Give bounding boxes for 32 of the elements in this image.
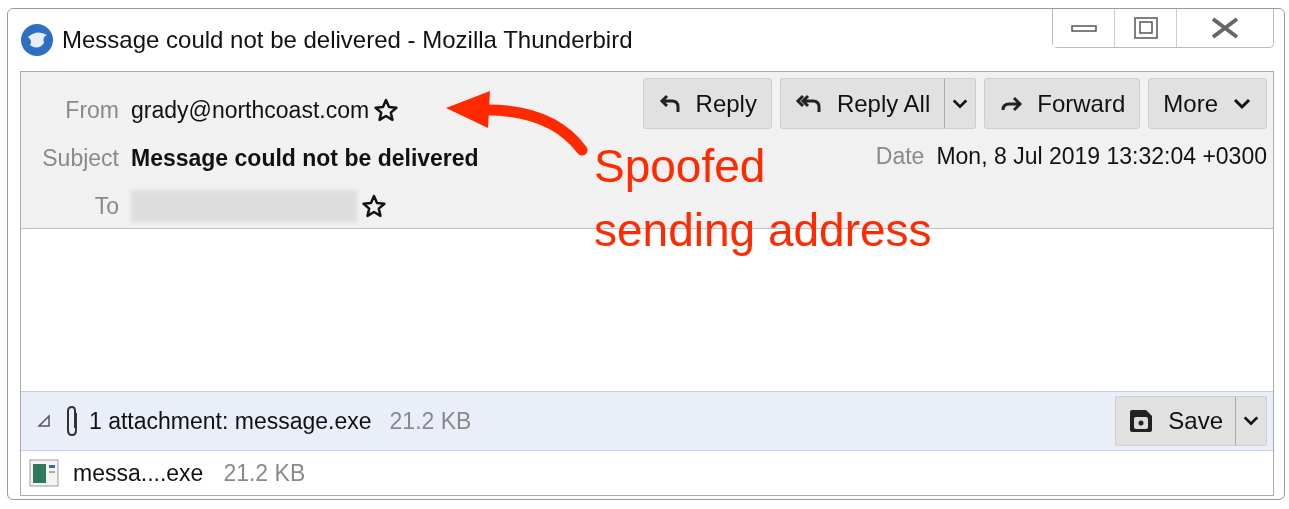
caret-icon <box>1232 96 1252 111</box>
save-button[interactable]: Save <box>1115 396 1236 446</box>
minimize-icon <box>1070 23 1097 33</box>
attachment-name[interactable]: messa....exe <box>73 459 204 487</box>
field-label: From <box>64 96 119 124</box>
maximize-icon <box>1133 17 1158 39</box>
reply-button[interactable]: Reply <box>642 78 772 129</box>
star-icon[interactable] <box>361 193 387 219</box>
reply-all-button[interactable]: Reply All <box>779 78 946 129</box>
dropdown-button[interactable] <box>945 78 977 129</box>
field-label: Date <box>875 143 925 170</box>
attachment-summary: 1 attachment: message.exe <box>89 407 372 435</box>
close-icon <box>1210 17 1240 39</box>
annotation-text: Spoofed <box>594 139 766 194</box>
app-logo-icon <box>20 23 54 57</box>
caret-icon <box>1242 414 1260 428</box>
sender-address[interactable]: grady@northcoast.com <box>131 96 370 124</box>
field-label: To <box>93 192 119 220</box>
more-button[interactable]: More <box>1148 78 1267 129</box>
field-label: Subject <box>41 144 119 172</box>
dropdown-button[interactable] <box>1236 396 1267 446</box>
file-icon <box>29 459 59 487</box>
annotation-text: sending address <box>594 203 932 258</box>
expand-toggle-icon[interactable] <box>37 414 51 428</box>
date-text: Mon, 8 Jul 2019 13:32:04 +0300 <box>936 143 1267 170</box>
attachment-size: 21.2 KB <box>223 459 306 487</box>
forward-button[interactable]: Forward <box>984 78 1141 129</box>
attachment-size: 21.2 KB <box>389 407 472 435</box>
window-title: Message could not be delivered - Mozilla Thunderbird <box>62 26 633 54</box>
star-icon[interactable] <box>373 97 400 123</box>
minimize-button[interactable] <box>1053 9 1115 47</box>
subject-text: Message could not be delivered <box>131 144 479 172</box>
